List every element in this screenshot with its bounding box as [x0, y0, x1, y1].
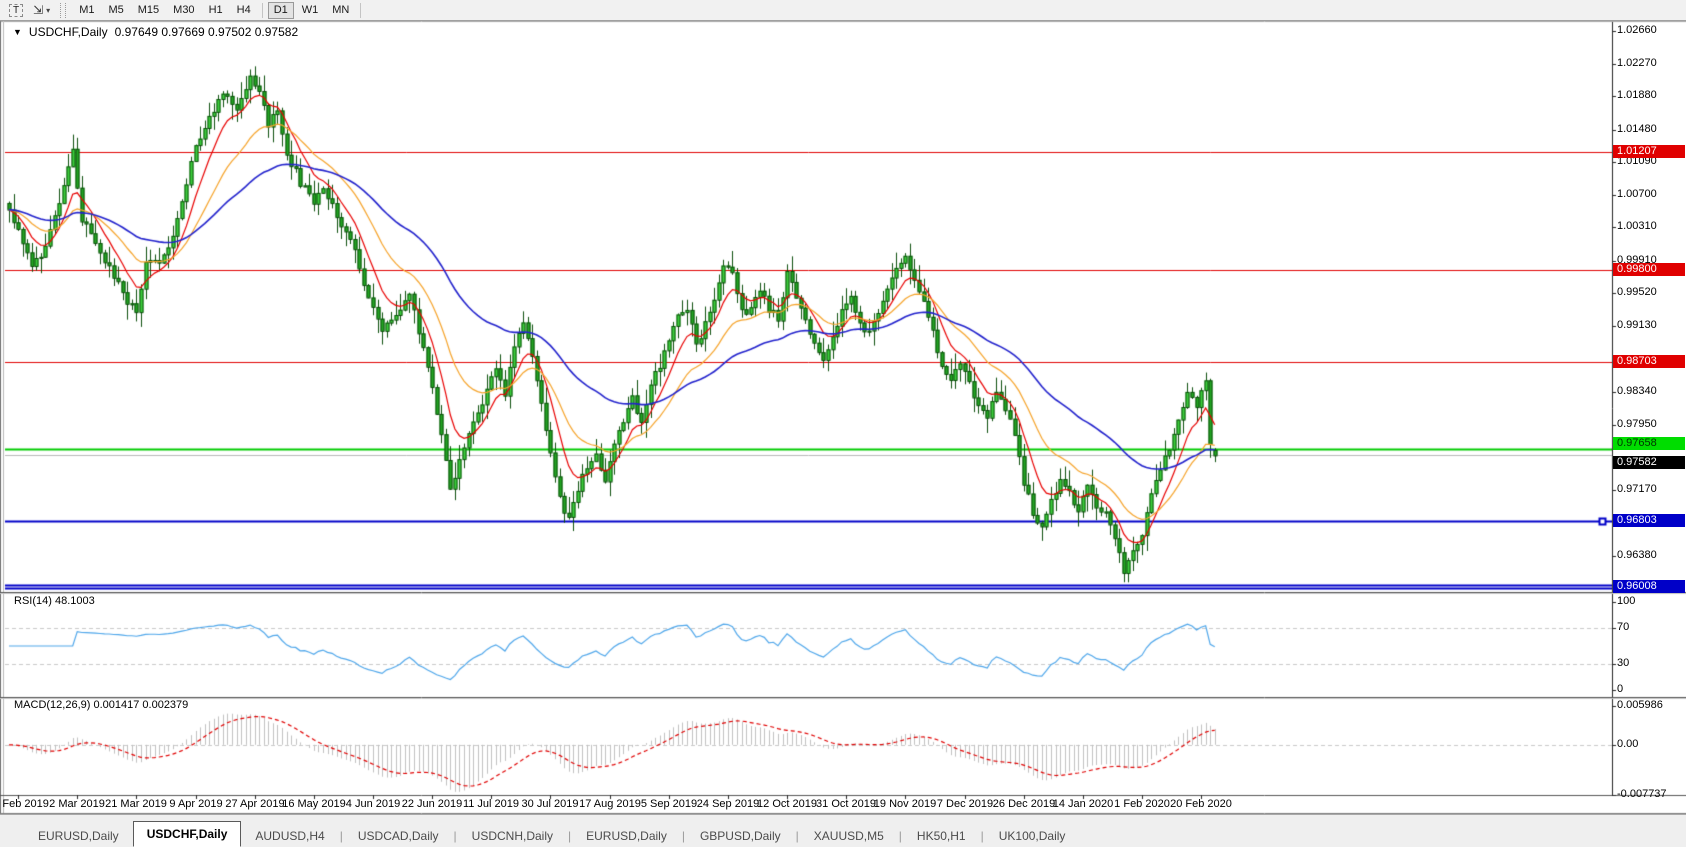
- date-axis-label: 19 Nov 2019: [873, 798, 937, 810]
- chart-collapse-icon[interactable]: ▼: [13, 27, 22, 37]
- arrange-charts-icon: ⇲: [33, 3, 44, 17]
- chart-tab-usdcnh-daily[interactable]: USDCNH,Daily: [458, 824, 567, 847]
- price-axis-label: 0.97950: [1617, 418, 1657, 430]
- chart-tab-usdcad-daily[interactable]: USDCAD,Daily: [344, 824, 453, 847]
- hline-price-badge: 0.97658: [1613, 437, 1685, 450]
- chart-title: USDCHF,Daily: [28, 25, 108, 39]
- date-axis-label: 17 Aug 2019: [579, 798, 641, 810]
- timeframe-button-m5[interactable]: M5: [102, 2, 129, 19]
- rsi-axis-label: 100: [1617, 595, 1636, 607]
- price-axis-label: 0.97170: [1617, 483, 1657, 495]
- date-axis-label: 27 Apr 2019: [225, 798, 285, 810]
- macd-axis-label: -0.007737: [1617, 788, 1667, 800]
- rsi-axis-label: 30: [1617, 657, 1630, 669]
- price-axis-label: 1.01480: [1617, 123, 1657, 135]
- toolbar-separator: [360, 2, 362, 18]
- date-axis-label: 1 Feb 2020: [1114, 798, 1170, 810]
- price-axis-label: 1.01880: [1617, 89, 1657, 101]
- arrange-charts-button[interactable]: ⇲ ▾: [29, 2, 54, 19]
- chart-tab-uk100-daily[interactable]: UK100,Daily: [985, 824, 1080, 847]
- chart-tab-audusd-h4[interactable]: AUDUSD,H4: [241, 824, 338, 847]
- date-axis-label: 5 Sep 2019: [640, 798, 698, 810]
- timeframe-button-h1[interactable]: H1: [203, 2, 229, 19]
- date-axis-label: 9 Apr 2019: [169, 798, 223, 810]
- price-axis-label: 0.98340: [1617, 385, 1657, 397]
- price-axis-label: 0.99520: [1617, 286, 1657, 298]
- rsi-axis-label: 0: [1617, 683, 1624, 695]
- chart-tab-eurusd-daily[interactable]: EURUSD,Daily: [24, 824, 133, 847]
- rsi-axis-label: 70: [1617, 621, 1630, 633]
- chart-tab-xauusd-m5[interactable]: XAUUSD,M5: [800, 824, 898, 847]
- date-axis-label: 22 Jun 2019: [401, 798, 463, 810]
- timeframe-button-h4[interactable]: H4: [231, 2, 257, 19]
- date-axis-label: 20 Feb 2020: [1170, 798, 1232, 810]
- text-tool-button[interactable]: T: [5, 2, 27, 19]
- macd-axis-label: 0.00: [1617, 738, 1639, 750]
- hline-price-badge: 0.96803: [1613, 514, 1685, 527]
- timeframe-button-w1[interactable]: W1: [296, 2, 325, 19]
- macd-indicator-label: MACD(12,26,9) 0.001417 0.002379: [14, 699, 189, 711]
- current-price-badge: 0.97582: [1613, 456, 1685, 469]
- text-tool-icon: T: [9, 3, 24, 17]
- date-axis-label: 24 Sep 2019: [696, 798, 760, 810]
- date-axis-label: 16 May 2019: [282, 798, 346, 810]
- chart-title-row: ▼ USDCHF,Daily 0.97649 0.97669 0.97502 0…: [13, 25, 298, 39]
- toolbar-grip: [60, 2, 67, 18]
- chart-window: ▼ USDCHF,Daily 0.97649 0.97669 0.97502 0…: [0, 0, 1686, 847]
- price-axis-label: 1.00700: [1617, 188, 1657, 200]
- top-toolbar: T ⇲ ▾ M1 M5 M15 M30 H1 H4 D1 W1 MN: [0, 0, 1686, 21]
- timeframe-button-mn[interactable]: MN: [326, 2, 355, 19]
- date-axis-label: 26 Dec 2019: [992, 798, 1056, 810]
- timeframe-button-m30[interactable]: M30: [167, 2, 200, 19]
- timeframe-button-m1[interactable]: M1: [73, 2, 100, 19]
- chart-tab-hk50-h1[interactable]: HK50,H1: [903, 824, 980, 847]
- rsi-indicator-label: RSI(14) 48.1003: [14, 595, 95, 607]
- date-axis-label: 31 Oct 2019: [816, 798, 876, 810]
- date-axis-label: 7 Dec 2019: [936, 798, 994, 810]
- timeframe-button-d1[interactable]: D1: [267, 1, 294, 19]
- date-axis-label: 4 Jun 2019: [345, 798, 401, 810]
- date-axis-label: 12 Feb 2019: [0, 798, 49, 810]
- price-axis-label: 0.96380: [1617, 549, 1657, 561]
- chart-tab-usdchf-daily[interactable]: USDCHF,Daily: [132, 821, 242, 847]
- date-axis-label: 11 Jul 2019: [462, 798, 520, 810]
- hline-price-badge: 0.96008: [1613, 580, 1685, 593]
- price-axis-label: 0.99130: [1617, 319, 1657, 331]
- timeframe-button-m15[interactable]: M15: [132, 2, 165, 19]
- hline-price-badge: 0.98703: [1613, 355, 1685, 368]
- price-axis-label: 1.00310: [1617, 220, 1657, 232]
- toolbar-separator: [261, 2, 263, 18]
- date-axis-label: 30 Jul 2019: [521, 798, 579, 810]
- dropdown-caret-icon: ▾: [46, 5, 51, 15]
- price-axis-label: 1.02270: [1617, 57, 1657, 69]
- chart-tab-eurusd-daily[interactable]: EURUSD,Daily: [572, 824, 681, 847]
- timeframe-button-group: M1 M5 M15 M30 H1 H4 D1 W1 MN: [72, 0, 365, 21]
- chart-tab-bar: EURUSD,Daily USDCHF,Daily AUDUSD,H4 | USDCAD…: [0, 814, 1686, 847]
- hline-price-badge: 1.01207: [1613, 145, 1685, 158]
- hline-price-badge: 0.99800: [1613, 263, 1685, 276]
- macd-axis-label: 0.005986: [1617, 699, 1663, 711]
- date-axis-label: 12 Oct 2019: [757, 798, 817, 810]
- chart-ohlc-values: 0.97649 0.97669 0.97502 0.97582: [114, 25, 299, 39]
- price-chart-canvas[interactable]: [0, 0, 1686, 847]
- price-axis-label: 1.02660: [1617, 24, 1657, 36]
- date-axis-label: 21 Mar 2019: [105, 798, 167, 810]
- date-axis-label: 14 Jan 2020: [1052, 798, 1114, 810]
- chart-tab-gbpusd-daily[interactable]: GBPUSD,Daily: [686, 824, 795, 847]
- date-axis-label: 2 Mar 2019: [49, 798, 105, 810]
